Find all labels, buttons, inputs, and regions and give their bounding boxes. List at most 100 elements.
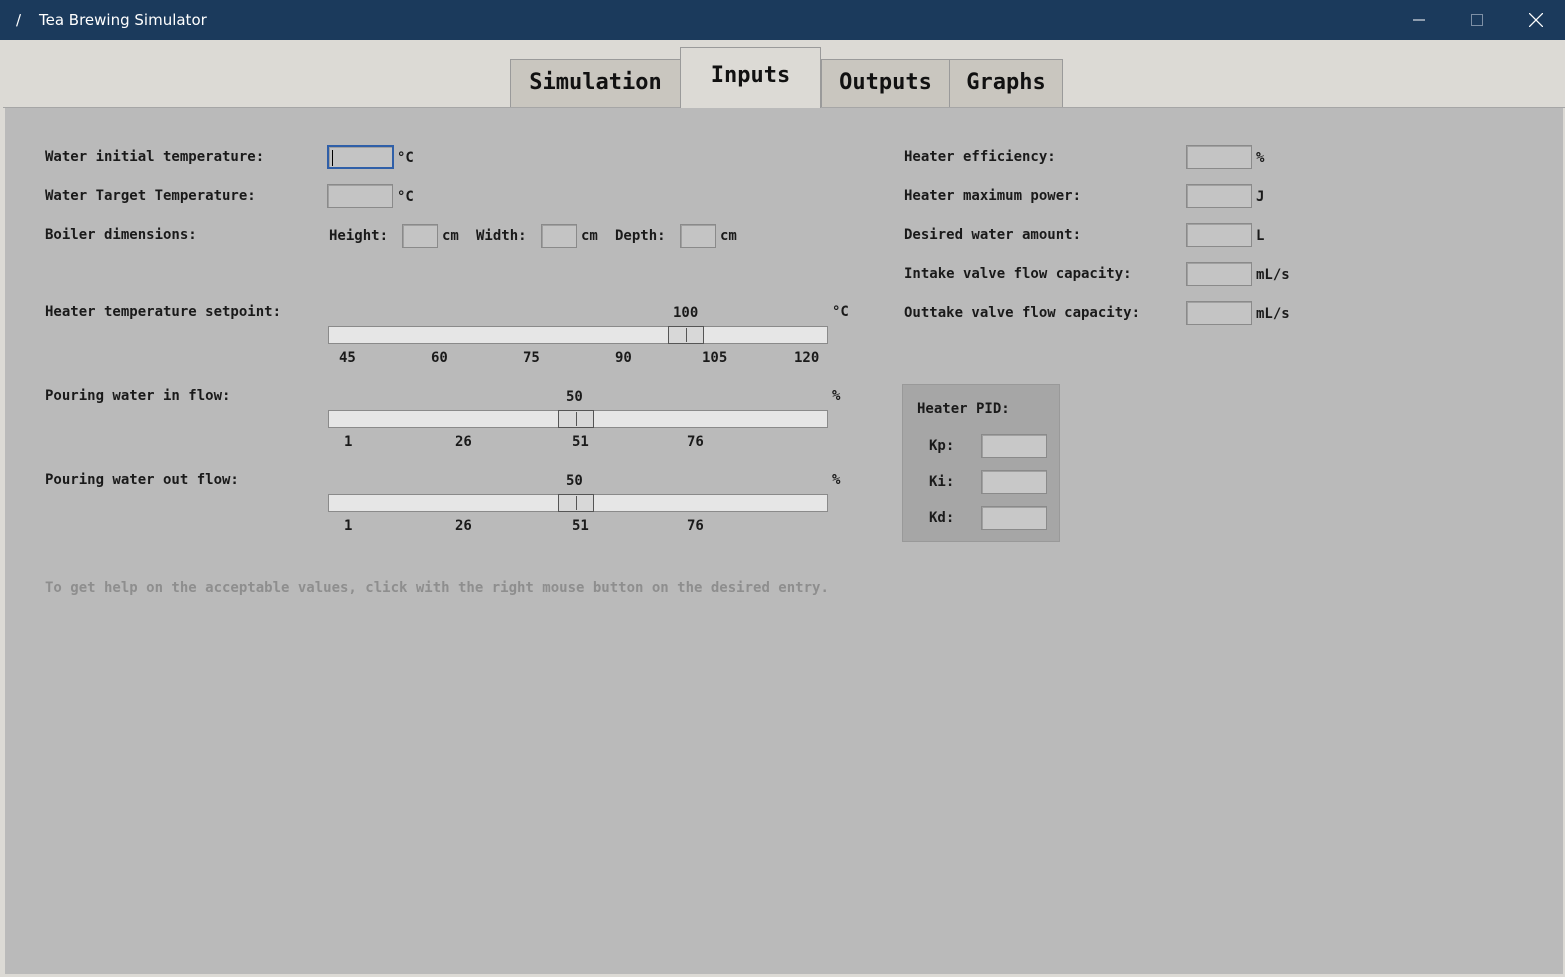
tab-simulation[interactable]: Simulation [510,59,681,107]
flow-out-label: Pouring water out flow: [45,472,239,488]
flow-out-thumb[interactable] [558,494,594,512]
intake-valve-input[interactable] [1186,262,1252,286]
boiler-height-field[interactable] [403,225,437,248]
water-target-temp-label: Water Target Temperature: [45,188,256,204]
app-window: ∕ Tea Brewing Simulator Simulation Input… [0,0,1565,977]
tab-outputs[interactable]: Outputs [821,59,950,107]
title-bar[interactable]: ∕ Tea Brewing Simulator [0,0,1565,40]
boiler-depth-input[interactable] [680,224,716,248]
desired-water-input[interactable] [1186,223,1252,247]
heater-max-power-unit: J [1256,189,1265,205]
pid-kp-label: Kp: [929,438,955,454]
heater-setpoint-slider[interactable] [328,326,828,344]
boiler-depth-label: Depth: [615,228,666,244]
heater-setpoint-tick: 90 [615,350,632,366]
tab-graphs[interactable]: Graphs [949,59,1063,107]
boiler-dimensions-label: Boiler dimensions: [45,227,197,243]
close-button[interactable] [1507,0,1565,40]
maximize-icon [1471,14,1483,26]
water-initial-temp-field[interactable] [329,148,392,169]
heater-max-power-field[interactable] [1187,185,1251,208]
tab-inputs[interactable]: Inputs [680,47,821,108]
boiler-width-input[interactable] [541,224,577,248]
heater-efficiency-input[interactable] [1186,145,1252,169]
pid-kd-field[interactable] [982,507,1046,530]
heater-efficiency-field[interactable] [1187,146,1251,169]
heater-setpoint-value: 100 [673,305,699,321]
outtake-valve-field[interactable] [1187,302,1251,325]
minimize-icon [1413,19,1425,21]
boiler-width-label: Width: [476,228,527,244]
boiler-depth-unit: cm [720,228,737,244]
flow-out-slider[interactable] [328,494,828,512]
boiler-height-input[interactable] [402,224,438,248]
flow-out-value: 50 [566,473,583,489]
help-text: To get help on the acceptable values, cl… [45,580,829,596]
water-initial-temp-input[interactable] [327,145,394,169]
heater-setpoint-tick: 60 [431,350,448,366]
boiler-width-field[interactable] [542,225,576,248]
heater-efficiency-label: Heater efficiency: [904,149,1056,165]
maximize-button[interactable] [1448,0,1506,40]
outtake-valve-input[interactable] [1186,301,1252,325]
heater-max-power-input[interactable] [1186,184,1252,208]
heater-efficiency-unit: % [1256,150,1265,166]
tab-outputs-label: Outputs [839,70,932,95]
water-initial-temp-label: Water initial temperature: [45,149,265,165]
flow-in-tick: 76 [687,434,704,450]
water-target-temp-unit: °C [397,189,414,205]
pid-ki-label: Ki: [929,474,955,490]
flow-out-tick: 1 [344,518,353,534]
desired-water-label: Desired water amount: [904,227,1082,243]
water-target-temp-input[interactable] [327,184,393,208]
flow-out-tick: 26 [455,518,472,534]
heater-setpoint-tick: 45 [339,350,356,366]
flow-in-thumb[interactable] [558,410,594,428]
text-caret [332,150,333,166]
heater-setpoint-label: Heater temperature setpoint: [45,304,282,320]
heater-setpoint-tick: 120 [794,350,820,366]
flow-out-tick: 51 [572,518,589,534]
pid-kd-label: Kd: [929,510,955,526]
heater-pid-group: Heater PID: Kp: Ki: Kd: [902,384,1060,542]
tab-bar: Simulation Inputs Outputs Graphs [3,40,1565,108]
window-title: Tea Brewing Simulator [39,11,207,29]
pid-ki-field[interactable] [982,471,1046,494]
flow-in-value: 50 [566,389,583,405]
tab-simulation-label: Simulation [529,70,662,95]
flow-in-tick: 26 [455,434,472,450]
boiler-height-label: Height: [329,228,389,244]
pid-kp-input[interactable] [981,434,1047,458]
tab-graphs-label: Graphs [966,70,1046,95]
flow-in-tick: 1 [344,434,353,450]
pid-ki-input[interactable] [981,470,1047,494]
water-initial-temp-unit: °C [397,150,414,166]
intake-valve-field[interactable] [1187,263,1251,286]
flow-in-label: Pouring water in flow: [45,388,231,404]
inputs-panel: Water initial temperature: °C Water Targ… [5,108,1563,974]
water-target-temp-field[interactable] [328,185,392,208]
pid-kd-input[interactable] [981,506,1047,530]
intake-valve-unit: mL/s [1256,267,1290,283]
heater-setpoint-unit: °C [832,304,849,320]
boiler-height-unit: cm [442,228,459,244]
desired-water-field[interactable] [1187,224,1251,247]
flow-out-tick: 76 [687,518,704,534]
heater-setpoint-tick: 75 [523,350,540,366]
desired-water-unit: L [1256,228,1265,244]
outtake-valve-label: Outtake valve flow capacity: [904,305,1141,321]
heater-pid-title: Heater PID: [917,401,1010,417]
feather-icon: ∕ [16,11,22,29]
outtake-valve-unit: mL/s [1256,306,1290,322]
intake-valve-label: Intake valve flow capacity: [904,266,1132,282]
flow-in-slider[interactable] [328,410,828,428]
flow-out-unit: % [832,472,841,488]
boiler-depth-field[interactable] [681,225,715,248]
heater-max-power-label: Heater maximum power: [904,188,1082,204]
flow-in-tick: 51 [572,434,589,450]
boiler-width-unit: cm [581,228,598,244]
pid-kp-field[interactable] [982,435,1046,458]
heater-setpoint-tick: 105 [702,350,728,366]
heater-setpoint-thumb[interactable] [668,326,704,344]
minimize-button[interactable] [1390,0,1448,40]
